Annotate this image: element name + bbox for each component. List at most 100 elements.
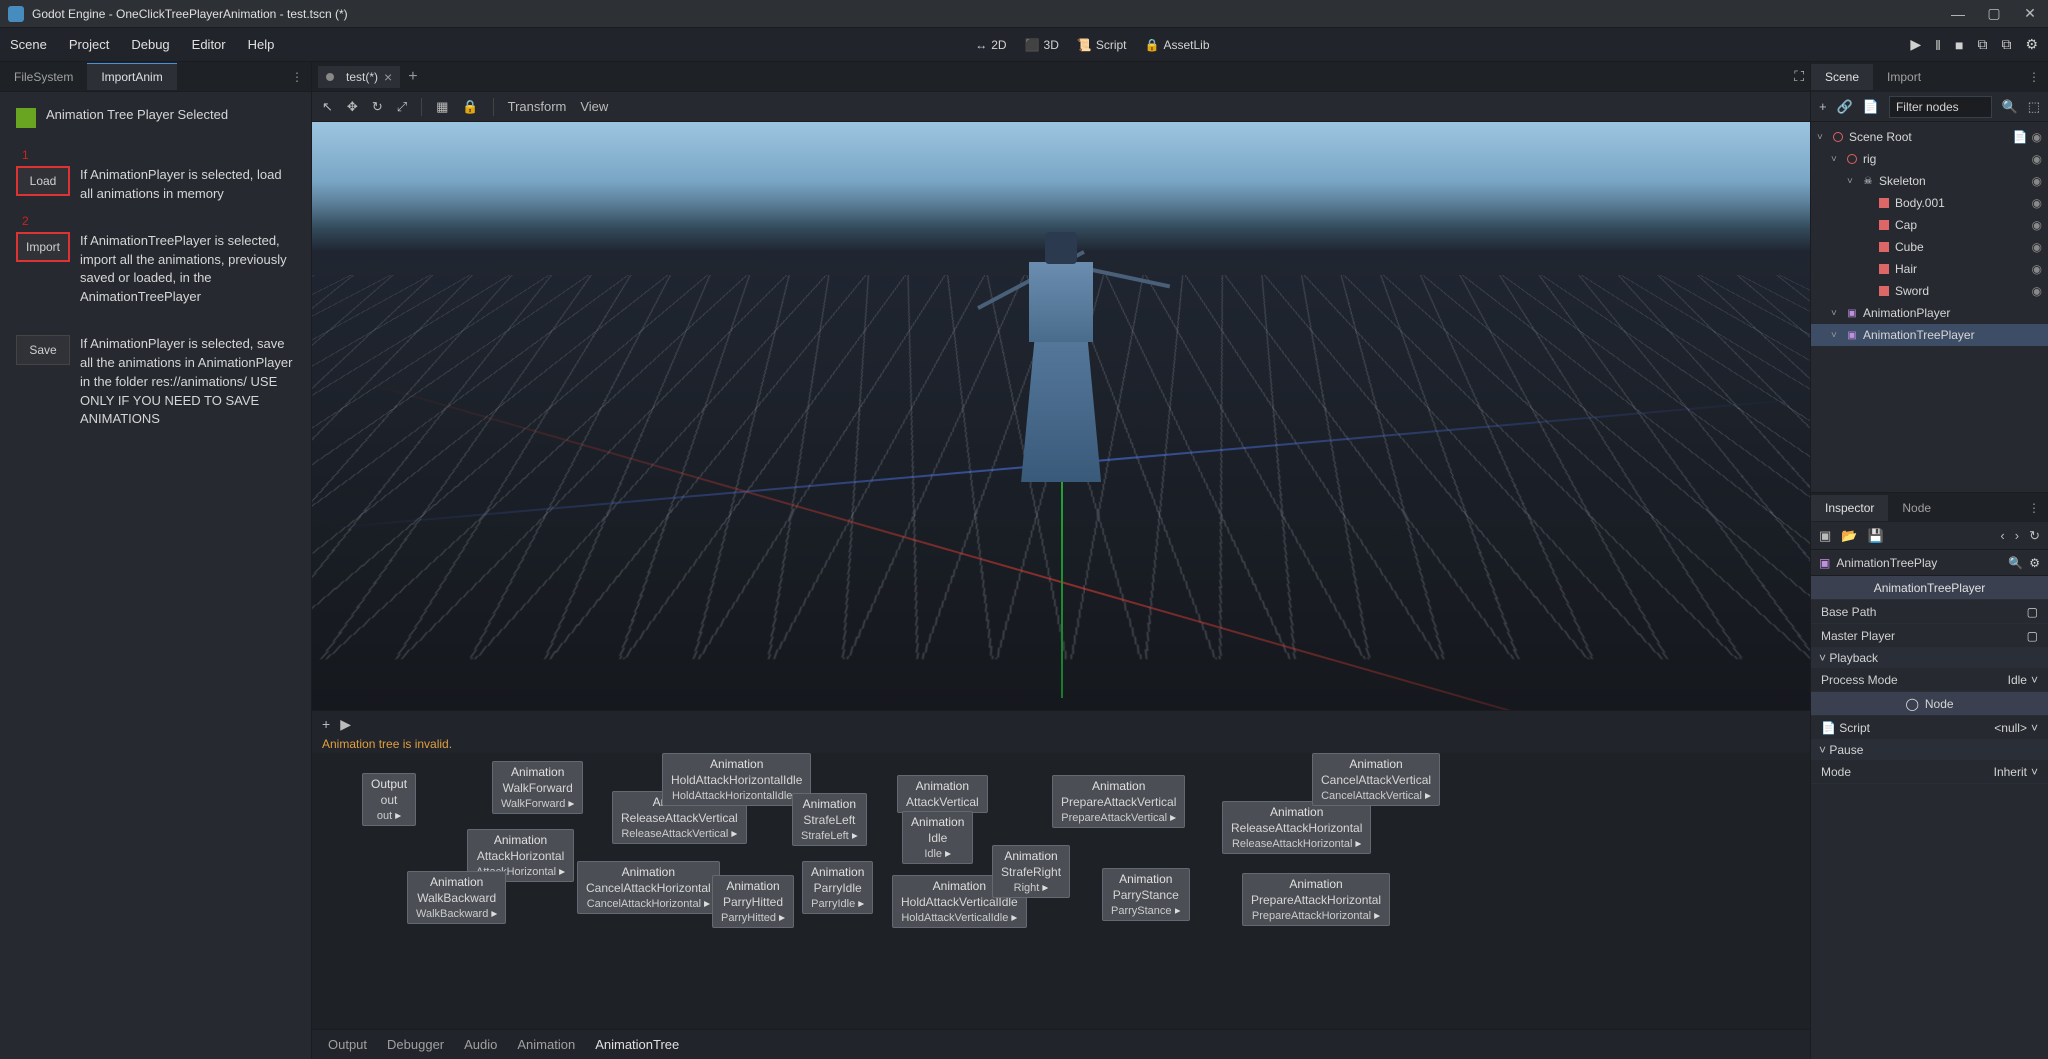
tree-row-scene-root[interactable]: ˅Scene Root📄◉ — [1811, 126, 2048, 148]
visibility-icon[interactable]: ◉ — [2032, 152, 2042, 166]
workspace-2d[interactable]: ↔2D — [975, 38, 1006, 52]
workspace-assetlib[interactable]: 🔒AssetLib — [1145, 38, 1210, 52]
animtree-node-sr[interactable]: AnimationStrafeRightRight — [992, 845, 1070, 898]
node-output[interactable]: Right — [1014, 882, 1049, 894]
node-output[interactable]: StrafeLeft — [801, 830, 858, 842]
action-button-load[interactable]: Load — [16, 166, 70, 196]
animtree-node-hahi[interactable]: AnimationHoldAttackHorizontalIdleHoldAtt… — [662, 753, 811, 806]
prop-script[interactable]: 📄 Script<null> ˅ — [1811, 716, 2048, 740]
scene-tab-close-icon[interactable]: × — [384, 69, 392, 85]
play-custom-button[interactable]: ⧉ — [2001, 36, 2011, 53]
tab-scene[interactable]: Scene — [1811, 64, 1873, 90]
minimize-button[interactable]: — — [1948, 4, 1968, 24]
node-output[interactable]: Idle — [924, 848, 951, 860]
section-playback[interactable]: ˅ Playback — [1811, 648, 2048, 668]
visibility-icon[interactable]: ◉ — [2032, 174, 2042, 188]
visibility-icon[interactable]: ◉ — [2032, 284, 2042, 298]
save-resource-icon[interactable]: 💾 — [1867, 528, 1883, 544]
node-output[interactable]: ParryIdle — [811, 898, 864, 910]
node-output[interactable]: CancelAttackHorizontal — [587, 898, 710, 910]
add-node-icon[interactable]: + — [1819, 99, 1827, 114]
scene-more-icon[interactable]: ⬚ — [2028, 99, 2040, 115]
node-output[interactable]: PrepareAttackVertical — [1061, 812, 1176, 824]
link-node-icon[interactable]: 🔗 — [1837, 99, 1853, 115]
visibility-icon[interactable]: ◉ — [2032, 130, 2042, 144]
expand-arrow-icon[interactable]: ˅ — [1831, 308, 1841, 319]
menu-debug[interactable]: Debug — [131, 37, 169, 52]
node-output[interactable]: ParryHitted — [721, 912, 785, 924]
prop-process-mode[interactable]: Process ModeIdle ˅ — [1811, 668, 2048, 692]
close-button[interactable]: ✕ — [2020, 4, 2040, 24]
node-output[interactable]: HoldAttackHorizontalIdle — [672, 790, 801, 802]
visibility-icon[interactable]: ◉ — [2032, 262, 2042, 276]
tree-row-body-001[interactable]: Body.001◉ — [1811, 192, 2048, 214]
stop-button[interactable]: ■ — [1955, 37, 1963, 53]
history-prev-icon[interactable]: ‹ — [2000, 528, 2004, 543]
workspace-3d[interactable]: ⬛3D — [1025, 38, 1059, 52]
action-button-save[interactable]: Save — [16, 335, 70, 365]
btab-debugger[interactable]: Debugger — [387, 1037, 444, 1052]
node-output[interactable]: ReleaseAttackVertical — [621, 828, 737, 840]
animtree-node-pav[interactable]: AnimationPrepareAttackVerticalPrepareAtt… — [1052, 775, 1185, 828]
menu-scene[interactable]: Scene — [10, 37, 47, 52]
move-tool-icon[interactable]: ✥ — [347, 99, 358, 115]
animtree-node-ps[interactable]: AnimationParryStanceParryStance — [1102, 868, 1190, 921]
visibility-icon[interactable]: ◉ — [2032, 240, 2042, 254]
expand-arrow-icon[interactable]: ˅ — [1847, 176, 1857, 187]
play-scene-button[interactable]: ⧉ — [1977, 36, 1987, 53]
transform-menu[interactable]: Transform — [508, 99, 567, 114]
tree-row-skeleton[interactable]: ˅☠Skeleton◉ — [1811, 170, 2048, 192]
animtree-node-pah[interactable]: AnimationPrepareAttackHorizontalPrepareA… — [1242, 873, 1390, 926]
history-list-icon[interactable]: ↻ — [2029, 528, 2040, 544]
tree-row-hair[interactable]: Hair◉ — [1811, 258, 2048, 280]
scale-tool-icon[interactable]: ⤢ — [397, 99, 407, 115]
scene-dock-more-icon[interactable]: ⋮ — [2028, 70, 2040, 84]
viewport-3d[interactable] — [312, 122, 1810, 710]
animtree-node-cav[interactable]: AnimationCancelAttackVerticalCancelAttac… — [1312, 753, 1440, 806]
menu-project[interactable]: Project — [69, 37, 109, 52]
btab-output[interactable]: Output — [328, 1037, 367, 1052]
visibility-icon[interactable]: ◉ — [2032, 196, 2042, 210]
snap-tool-icon[interactable]: ▦ — [436, 99, 448, 115]
menu-editor[interactable]: Editor — [192, 37, 226, 52]
add-node-button[interactable]: + — [322, 716, 330, 732]
expand-arrow-icon[interactable]: ˅ — [1831, 154, 1841, 165]
node-output[interactable]: WalkForward — [501, 798, 574, 810]
animtree-node-pi[interactable]: AnimationParryIdleParryIdle — [802, 861, 873, 914]
btab-animationtree[interactable]: AnimationTree — [595, 1037, 679, 1052]
node-output[interactable]: out — [377, 810, 401, 822]
animtree-node-av[interactable]: AnimationAttackVertical — [897, 775, 988, 813]
video-settings-icon[interactable]: ⚙ — [2025, 36, 2038, 53]
node-output[interactable]: CancelAttackVertical — [1321, 790, 1431, 802]
left-dock-more-icon[interactable]: ⋮ — [291, 70, 303, 84]
animtree-node-rah[interactable]: AnimationReleaseAttackHorizontalReleaseA… — [1222, 801, 1371, 854]
tab-filesystem[interactable]: FileSystem — [0, 64, 87, 90]
play-button[interactable]: ▶ — [1910, 36, 1921, 53]
inspector-more-icon[interactable]: ⋮ — [2028, 501, 2040, 515]
view-menu[interactable]: View — [580, 99, 608, 114]
expand-arrow-icon[interactable]: ˅ — [1831, 330, 1841, 341]
animtree-node-wb[interactable]: AnimationWalkBackwardWalkBackward — [407, 871, 506, 924]
action-button-import[interactable]: Import — [16, 232, 70, 262]
lock-tool-icon[interactable]: 🔒 — [462, 99, 478, 115]
add-scene-button[interactable]: + — [408, 68, 417, 86]
animtree-node-idle[interactable]: AnimationIdleIdle — [902, 811, 973, 864]
animtree-node-cah[interactable]: AnimationCancelAttackHorizontalCancelAtt… — [577, 861, 720, 914]
search-icon[interactable]: 🔍 — [2002, 99, 2018, 115]
animtree-node-ph[interactable]: AnimationParryHittedParryHitted — [712, 875, 794, 928]
visibility-icon[interactable]: ◉ — [2032, 218, 2042, 232]
props-more-icon[interactable]: ⚙ — [2029, 556, 2040, 570]
open-resource-icon[interactable]: 📂 — [1841, 528, 1857, 544]
node-output[interactable]: HoldAttackVerticalIdle — [901, 912, 1017, 924]
search-props-icon[interactable]: 🔍 — [2008, 556, 2023, 570]
filter-input[interactable]: Filter nodes — [1889, 96, 1992, 118]
tab-node[interactable]: Node — [1888, 495, 1945, 521]
pause-button[interactable]: ‖ — [1935, 37, 1941, 53]
maximize-button[interactable]: ▢ — [1984, 4, 2004, 24]
prop-mode[interactable]: ModeInherit ˅ — [1811, 760, 2048, 784]
distraction-free-icon[interactable]: ⛶ — [1794, 68, 1804, 85]
section-pause[interactable]: ˅ Pause — [1811, 740, 2048, 760]
prop-master-player[interactable]: Master Player▢ — [1811, 624, 2048, 648]
btab-animation[interactable]: Animation — [517, 1037, 575, 1052]
tab-import[interactable]: Import — [1873, 64, 1935, 90]
